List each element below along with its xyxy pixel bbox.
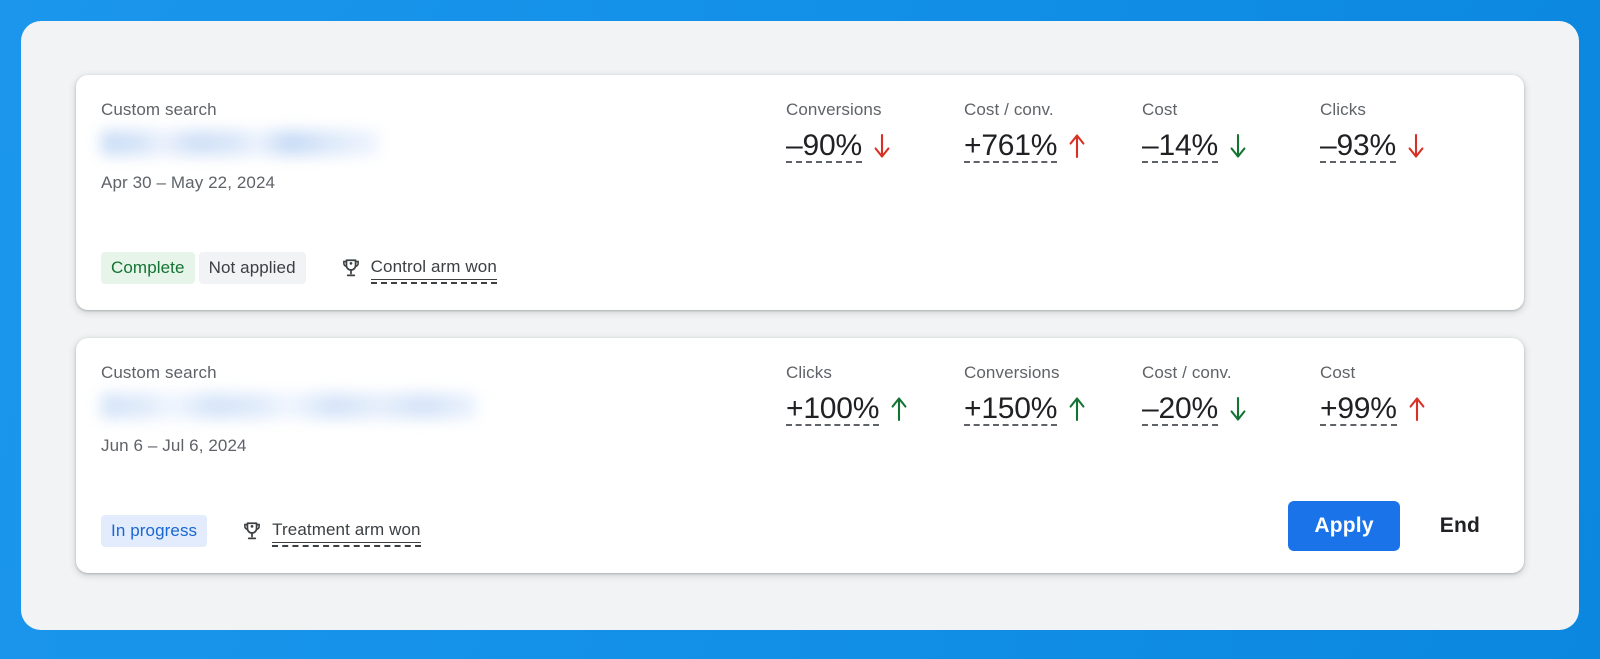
metric-cost: Cost –14% <box>1142 99 1320 164</box>
metric-label: Cost <box>1320 363 1356 382</box>
metric-label: Cost <box>1142 100 1178 119</box>
metric-value[interactable]: +100% <box>786 391 880 427</box>
experiment-type-label: Custom search <box>101 363 217 382</box>
arrow-down-icon <box>1230 133 1246 158</box>
winning-arm-label: Control arm won <box>370 256 498 284</box>
metric-cost-per-conv: Cost / conv. +761% <box>964 99 1142 164</box>
metric-conversions: Conversions +150% <box>964 362 1142 427</box>
arrow-down-icon <box>1230 396 1246 421</box>
metrics-group: Conversions –90% Cost / conv. +761% Cost… <box>786 99 1498 164</box>
status-badge-in-progress: In progress <box>101 515 208 547</box>
experiment-name-redacted <box>101 393 477 419</box>
status-row: In progress Treatment arm won <box>101 515 422 547</box>
winning-arm-link[interactable]: Treatment arm won <box>241 519 422 547</box>
arrow-up-icon <box>1069 134 1085 159</box>
metrics-group: Clicks +100% Conversions +150% Cost / co… <box>786 362 1498 427</box>
status-badge-complete: Complete <box>101 252 195 284</box>
winning-arm-label: Treatment arm won <box>272 519 422 547</box>
metric-label: Conversions <box>964 363 1060 382</box>
winning-arm-link[interactable]: Control arm won <box>340 256 498 284</box>
experiment-type-label: Custom search <box>101 100 217 119</box>
metric-clicks: Clicks +100% <box>786 362 964 427</box>
status-row: Complete Not applied Control arm won <box>101 252 498 284</box>
metric-cost-per-conv: Cost / conv. –20% <box>1142 362 1320 427</box>
metric-value[interactable]: +761% <box>964 128 1058 164</box>
experiment-info: Custom search Jun 6 – Jul 6, 2024 <box>101 362 761 457</box>
status-badge-not-applied: Not applied <box>198 252 306 284</box>
metric-value[interactable]: +99% <box>1320 391 1397 427</box>
trophy-icon <box>342 259 359 277</box>
end-button[interactable]: End <box>1422 501 1498 551</box>
arrow-up-icon <box>1069 397 1085 422</box>
trophy-icon <box>244 522 261 540</box>
experiment-date-range: Jun 6 – Jul 6, 2024 <box>101 436 247 455</box>
metric-label: Cost / conv. <box>1142 363 1232 382</box>
arrow-up-icon <box>891 397 907 422</box>
experiment-card[interactable]: Custom search Jun 6 – Jul 6, 2024 Clicks… <box>76 338 1524 573</box>
arrow-down-icon <box>1408 133 1424 158</box>
metric-value[interactable]: –14% <box>1142 128 1218 164</box>
metric-label: Clicks <box>786 363 832 382</box>
card-actions: Apply End <box>1288 501 1498 551</box>
metric-clicks: Clicks –93% <box>1320 99 1498 164</box>
experiment-card[interactable]: Custom search Apr 30 – May 22, 2024 Conv… <box>76 75 1524 310</box>
metric-label: Cost / conv. <box>964 100 1054 119</box>
experiments-panel: Custom search Apr 30 – May 22, 2024 Conv… <box>21 21 1579 630</box>
apply-button[interactable]: Apply <box>1288 501 1400 551</box>
experiment-date-range: Apr 30 – May 22, 2024 <box>101 173 276 192</box>
arrow-up-icon <box>1409 397 1425 422</box>
metric-value[interactable]: –90% <box>786 128 862 164</box>
metric-value[interactable]: +150% <box>964 391 1058 427</box>
metric-conversions: Conversions –90% <box>786 99 964 164</box>
arrow-down-icon <box>874 133 890 158</box>
metric-value[interactable]: –20% <box>1142 391 1218 427</box>
experiment-info: Custom search Apr 30 – May 22, 2024 <box>101 99 761 194</box>
experiment-name-redacted <box>101 130 379 156</box>
metric-cost: Cost +99% <box>1320 362 1498 427</box>
metric-value[interactable]: –93% <box>1320 128 1396 164</box>
metric-label: Conversions <box>786 100 882 119</box>
metric-label: Clicks <box>1320 100 1366 119</box>
